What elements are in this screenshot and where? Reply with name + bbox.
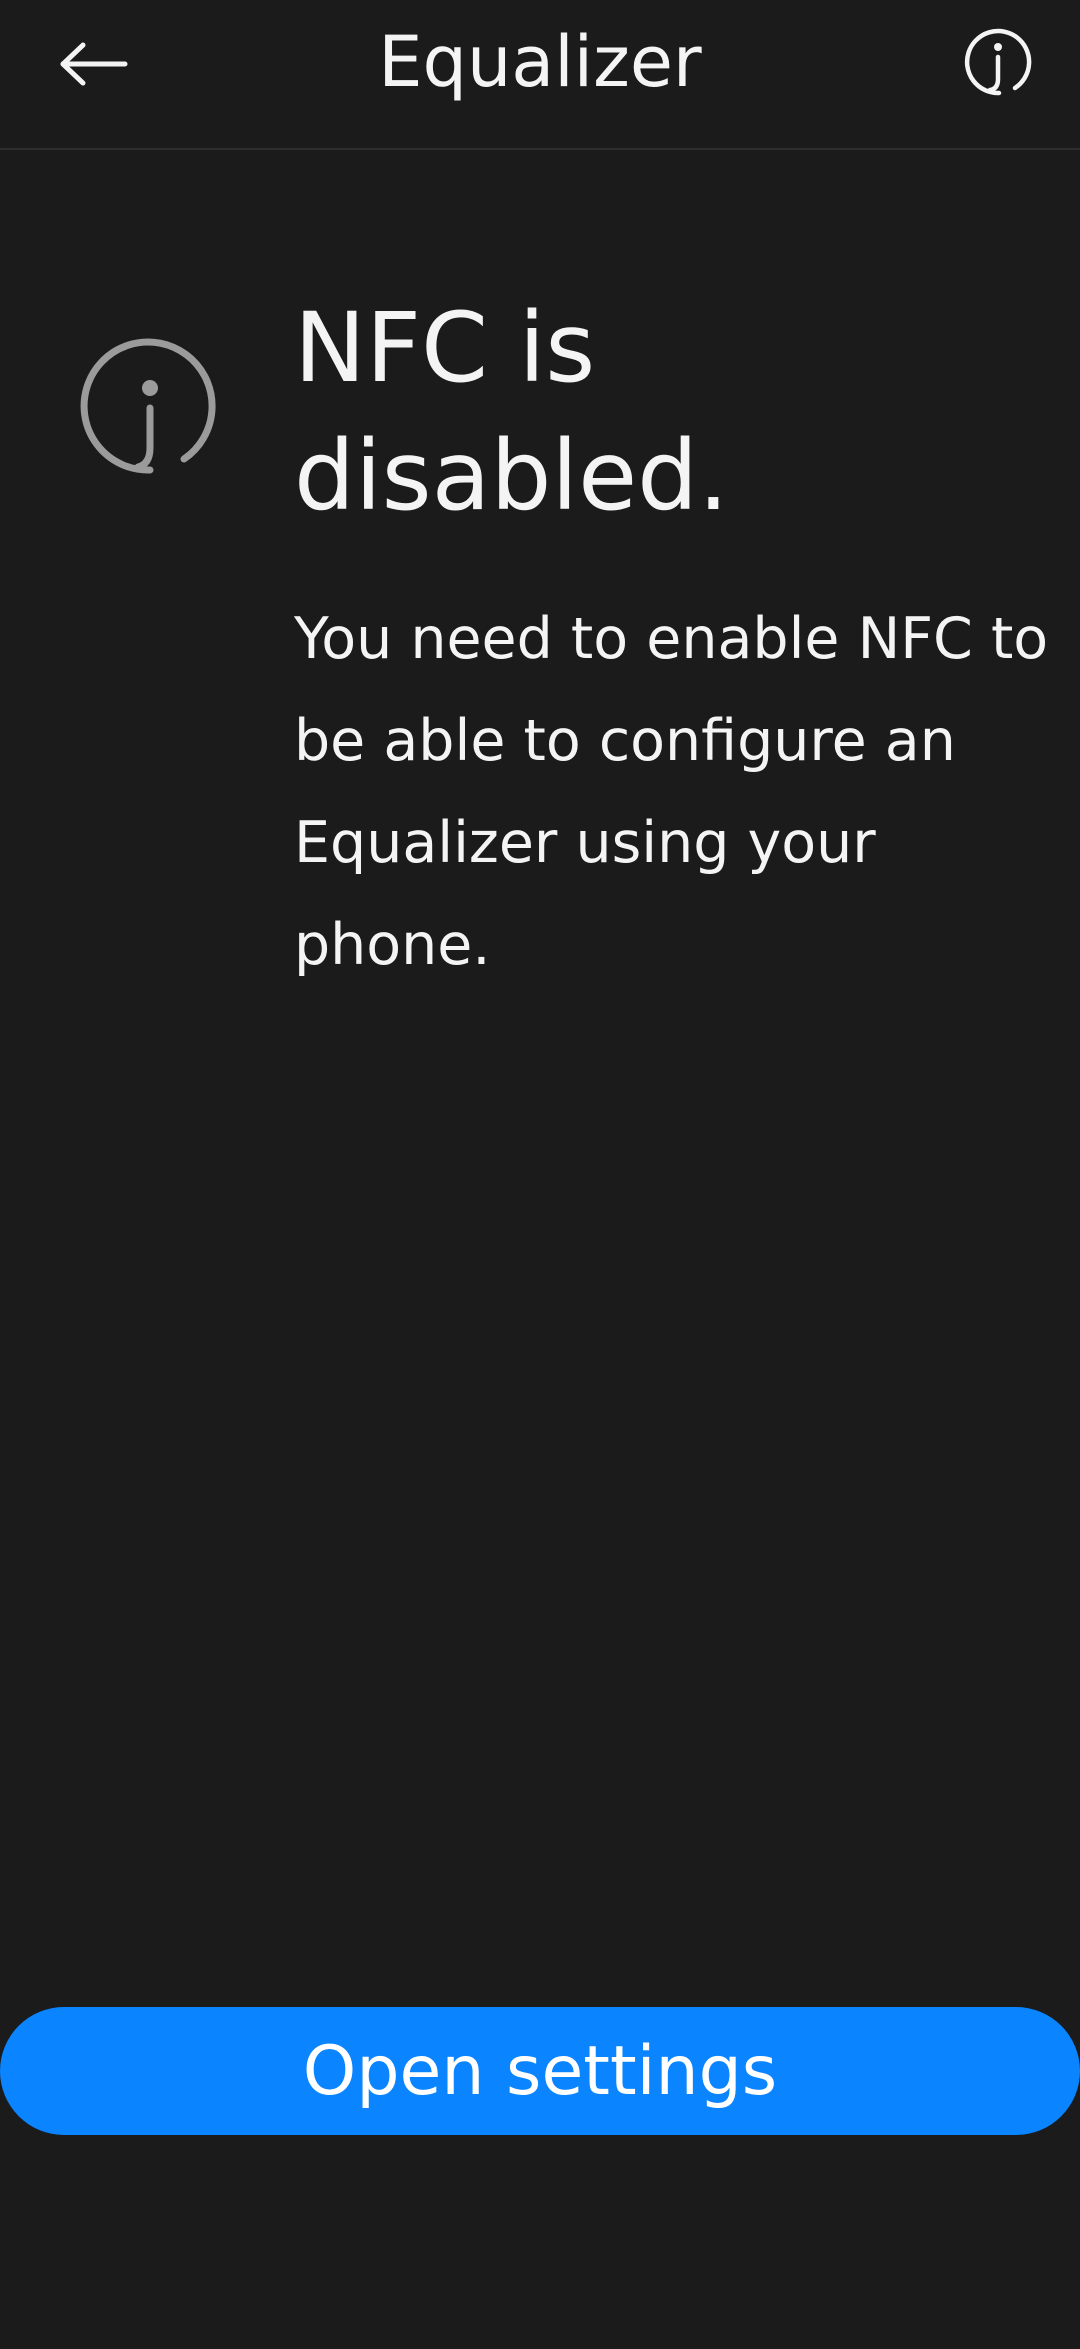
app-bar: Equalizer <box>0 0 1080 150</box>
info-button[interactable] <box>956 20 1040 104</box>
open-settings-button[interactable]: Open settings <box>0 2007 1080 2135</box>
message-title: NFC is disabled. <box>294 292 729 532</box>
page-title: Equalizer <box>378 21 702 103</box>
message-body: You need to enable NFC to be able to con… <box>294 606 1049 978</box>
info-icon <box>964 28 1032 96</box>
info-circle-icon <box>80 336 220 476</box>
